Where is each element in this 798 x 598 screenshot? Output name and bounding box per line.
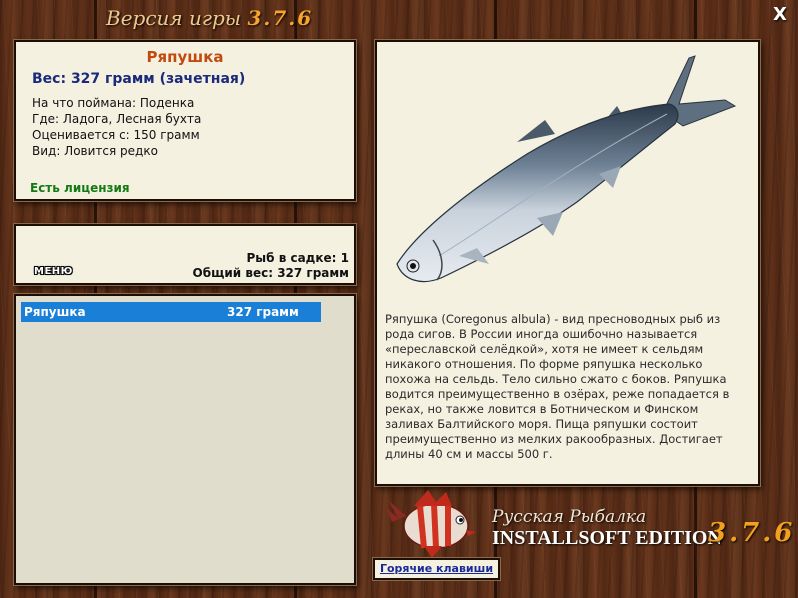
total-weight: Общий вес: 327 грамм bbox=[192, 266, 349, 280]
fish-details: На что поймана: Поденка Где: Ладога, Лес… bbox=[32, 95, 201, 159]
fish-picture-panel: Ряпушка (Coregonus albula) - вид преснов… bbox=[375, 40, 760, 486]
fish-count: Рыб в садке: 1 bbox=[246, 251, 350, 265]
list-item-name: Ряпушка bbox=[24, 305, 86, 319]
location-line: Где: Ладога, Лесная бухта bbox=[32, 112, 202, 126]
hotkeys-button[interactable]: Горячие клавиши bbox=[373, 558, 500, 580]
title-prefix: Версия игры bbox=[106, 6, 242, 30]
type-line: Вид: Ловится редко bbox=[32, 144, 158, 158]
rated-from-line: Оценивается с: 150 грамм bbox=[32, 128, 200, 142]
list-item-weight: 327 грамм bbox=[227, 305, 299, 319]
list-item[interactable]: Ряпушка 327 грамм bbox=[21, 302, 321, 322]
license-status: Есть лицензия bbox=[30, 181, 130, 195]
logo-title: Русская Рыбалка bbox=[492, 507, 647, 527]
close-button[interactable]: X bbox=[770, 5, 790, 25]
fish-description: Ряпушка (Coregonus albula) - вид преснов… bbox=[385, 312, 730, 461]
logo-version: 3.7.6 bbox=[708, 518, 796, 548]
catch-list-panel: Ряпушка 327 грамм bbox=[14, 294, 356, 585]
menu-button[interactable]: МЕНЮ bbox=[34, 266, 73, 277]
vendace-fish-image bbox=[396, 55, 737, 283]
title-version: 3.7.6 bbox=[247, 6, 314, 30]
fish-weight: Вес: 327 грамм (зачетная) bbox=[32, 71, 246, 87]
fish-info-panel: Ряпушка Вес: 327 грамм (зачетная) На что… bbox=[14, 40, 356, 201]
window-title: Версия игры 3.7.6 bbox=[106, 6, 313, 30]
keepnet-stats: Рыб в садке: 1 Общий вес: 327 грамм bbox=[193, 251, 349, 281]
fish-name: Ряпушка bbox=[146, 48, 224, 66]
bait-line: На что поймана: Поденка bbox=[32, 96, 195, 110]
keepnet-panel: МЕНЮ Рыб в садке: 1 Общий вес: 327 грамм bbox=[14, 224, 356, 285]
logo-fish-icon bbox=[386, 490, 476, 558]
logo-edition: INSTALLSOFT EDITION bbox=[492, 527, 722, 549]
